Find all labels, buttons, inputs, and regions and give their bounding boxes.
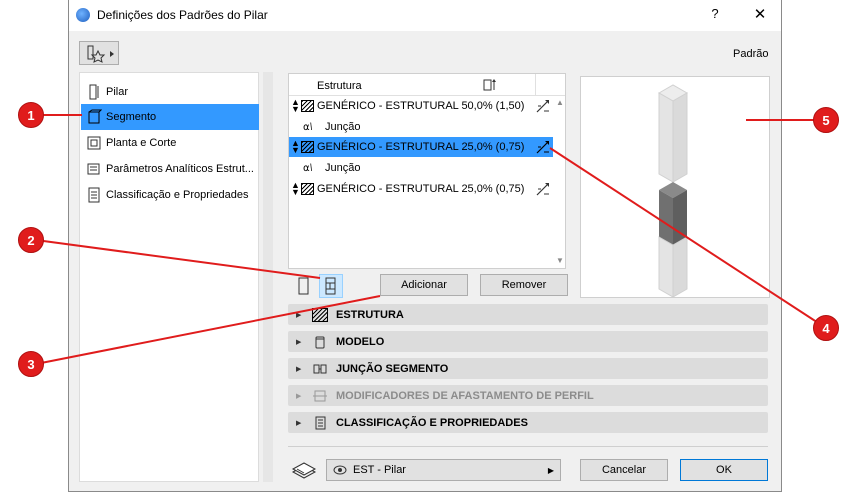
callout-5: 5 (813, 107, 839, 133)
callout-4: 4 (813, 315, 839, 341)
callout-2: 2 (18, 227, 44, 253)
callout-lines (35, 114, 827, 365)
callout-3: 3 (18, 351, 44, 377)
callout-1: 1 (18, 102, 44, 128)
